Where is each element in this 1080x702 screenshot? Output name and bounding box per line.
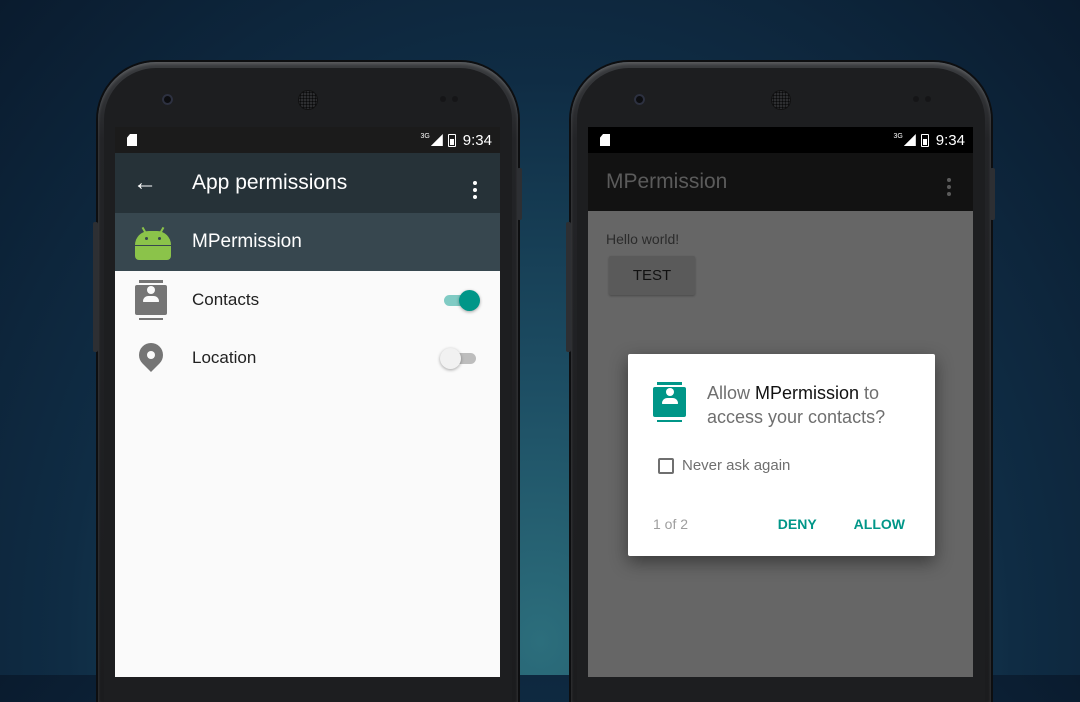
proximity-sensor	[913, 96, 919, 102]
never-ask-again-option[interactable]: Never ask again	[658, 457, 935, 474]
checkbox-label: Never ask again	[682, 457, 791, 474]
front-camera	[634, 94, 645, 105]
clock: 9:34	[462, 131, 492, 149]
permission-label: Location	[192, 348, 257, 367]
contacts-icon	[653, 382, 686, 422]
network-type: 3G	[420, 132, 430, 140]
dialog-footer: 1 of 2 DENY ALLOW	[653, 516, 905, 532]
earpiece-speaker	[299, 91, 317, 109]
front-camera	[162, 94, 173, 105]
permission-label: Contacts	[192, 290, 260, 309]
app-title: MPermission	[606, 170, 728, 193]
volume-button	[517, 168, 522, 220]
permission-row-contacts[interactable]: Contacts	[115, 271, 500, 329]
sd-card-icon	[127, 134, 137, 146]
arrow-back-icon[interactable]: ←	[115, 169, 175, 197]
test-button[interactable]: TEST	[609, 256, 695, 295]
battery-icon	[447, 133, 456, 147]
app-header: MPermission	[115, 213, 500, 271]
light-sensor	[925, 96, 931, 102]
android-robot-icon	[135, 226, 171, 260]
light-sensor	[452, 96, 458, 102]
proximity-sensor	[440, 96, 446, 102]
message-line2: access your contacts?	[707, 407, 886, 427]
page-title: App permissions	[192, 171, 348, 194]
more-vert-icon[interactable]	[450, 167, 500, 199]
power-button	[566, 222, 571, 352]
never-ask-checkbox[interactable]	[658, 457, 674, 474]
main-content: Hello world! TEST	[588, 211, 973, 315]
more-vert-icon[interactable]	[925, 169, 973, 196]
battery-icon	[920, 133, 929, 147]
hello-text: Hello world!	[606, 231, 680, 247]
sd-card-icon	[600, 134, 610, 146]
status-bar: 3G 9:34	[115, 127, 500, 153]
request-counter: 1 of 2	[653, 516, 689, 532]
app-name: MPermission	[192, 231, 302, 252]
signal-icon	[430, 134, 443, 146]
right-screen: 3G 9:34 MPermission Hello world! TEST Al…	[588, 127, 973, 677]
contacts-toggle[interactable]	[442, 290, 480, 311]
right-phone: 3G 9:34 MPermission Hello world! TEST Al…	[566, 62, 995, 702]
location-toggle[interactable]	[440, 348, 478, 369]
app-bar: ← App permissions	[115, 153, 500, 213]
signal-icon	[903, 134, 916, 146]
status-bar: 3G 9:34	[588, 127, 973, 153]
contacts-icon	[135, 280, 167, 320]
volume-button	[990, 168, 995, 220]
left-screen: 3G 9:34 ← App permissions MPermission Co…	[115, 127, 500, 677]
permission-row-location[interactable]: Location	[115, 329, 500, 387]
dialog-message: Allow MPermission to access your contact…	[707, 381, 912, 429]
location-pin-icon	[134, 338, 168, 372]
app-bar: MPermission	[588, 153, 973, 211]
network-type: 3G	[893, 132, 903, 140]
power-button	[93, 222, 98, 352]
dialog-app-name: MPermission	[755, 383, 860, 403]
permission-dialog: Allow MPermission to access your contact…	[628, 354, 935, 556]
deny-button[interactable]: DENY	[778, 516, 817, 532]
message-prefix: Allow	[707, 383, 756, 403]
earpiece-speaker	[772, 91, 790, 109]
allow-button[interactable]: ALLOW	[854, 516, 905, 532]
message-line1-suffix: to	[859, 383, 880, 403]
clock: 9:34	[935, 131, 965, 149]
left-phone: 3G 9:34 ← App permissions MPermission Co…	[93, 62, 522, 702]
